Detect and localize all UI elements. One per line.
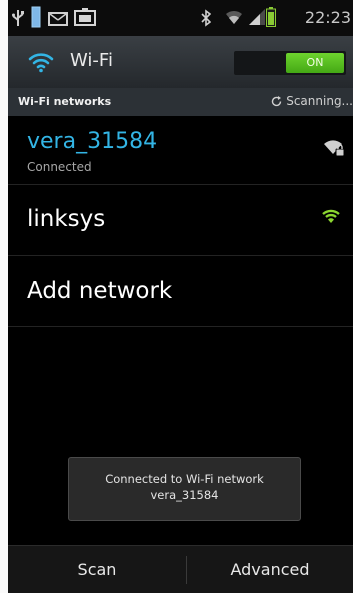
status-bar: 22:23 [8, 0, 353, 36]
add-network-label: Add network [27, 278, 173, 304]
mail-icon [48, 11, 68, 30]
divider [8, 326, 353, 327]
battery-small-icon [31, 6, 41, 32]
toggle-on-label: ON [286, 53, 344, 73]
status-time: 22:23 [304, 8, 351, 27]
network-item-linksys[interactable]: linksys [8, 185, 353, 255]
network-name: vera_31584 [27, 129, 158, 154]
advanced-button[interactable]: Advanced [187, 546, 353, 593]
gallery-icon [74, 8, 96, 30]
network-name: linksys [27, 206, 106, 232]
title-bar: Wi-Fi ON [8, 36, 353, 88]
bluetooth-icon [201, 9, 212, 31]
section-header: Wi-Fi networks Scanning... [8, 88, 353, 116]
scanning-status: Scanning... [271, 94, 353, 110]
wifi-toggle[interactable]: ON [234, 51, 346, 75]
scanning-label: Scanning... [286, 94, 353, 108]
page-title: Wi-Fi [70, 50, 113, 71]
phone-screen: 22:23 Wi-Fi ON Wi-Fi networks Scanning..… [8, 0, 353, 593]
wifi-status-icon [224, 8, 244, 30]
add-network-item[interactable]: Add network [8, 256, 353, 326]
signal-icon [248, 8, 266, 30]
toast-line-2: vera_31584 [150, 488, 219, 502]
section-title: Wi-Fi networks [18, 95, 112, 108]
toast-line-1: Connected to Wi-Fi network [105, 472, 264, 486]
scan-button[interactable]: Scan [8, 546, 186, 593]
wifi-secured-icon [323, 138, 345, 162]
toast-message: Connected to Wi-Fi network vera_31584 [68, 457, 301, 521]
wifi-icon [28, 51, 54, 77]
refresh-icon [271, 96, 282, 110]
bottom-action-bar: Scan Advanced [8, 545, 353, 593]
network-item-vera[interactable]: vera_31584 Connected [8, 116, 353, 184]
wifi-open-icon [321, 207, 341, 229]
usb-icon [12, 9, 24, 31]
network-status: Connected [27, 160, 92, 174]
battery-icon [266, 7, 276, 31]
